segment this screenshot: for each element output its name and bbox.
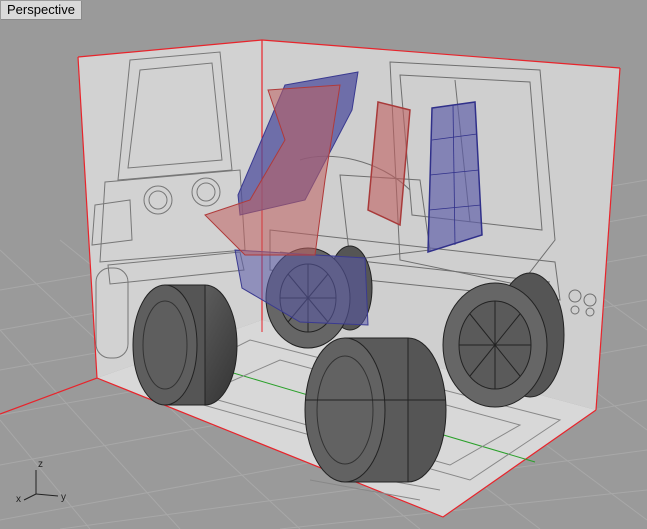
axis-label-y: y bbox=[61, 492, 66, 503]
perspective-viewport[interactable]: z x y Perspective bbox=[0, 0, 647, 529]
scene-canvas[interactable]: z x y bbox=[0, 0, 647, 529]
axis-label-x: x bbox=[16, 494, 21, 505]
blue-surface-cab-side[interactable] bbox=[427, 101, 483, 254]
tire-front-left[interactable] bbox=[132, 284, 238, 406]
tire-front-right[interactable] bbox=[304, 337, 447, 483]
xyz-axis-icon: z x y bbox=[16, 459, 66, 505]
axis-label-z: z bbox=[38, 459, 43, 470]
viewport-title-tab[interactable]: Perspective bbox=[1, 1, 82, 20]
